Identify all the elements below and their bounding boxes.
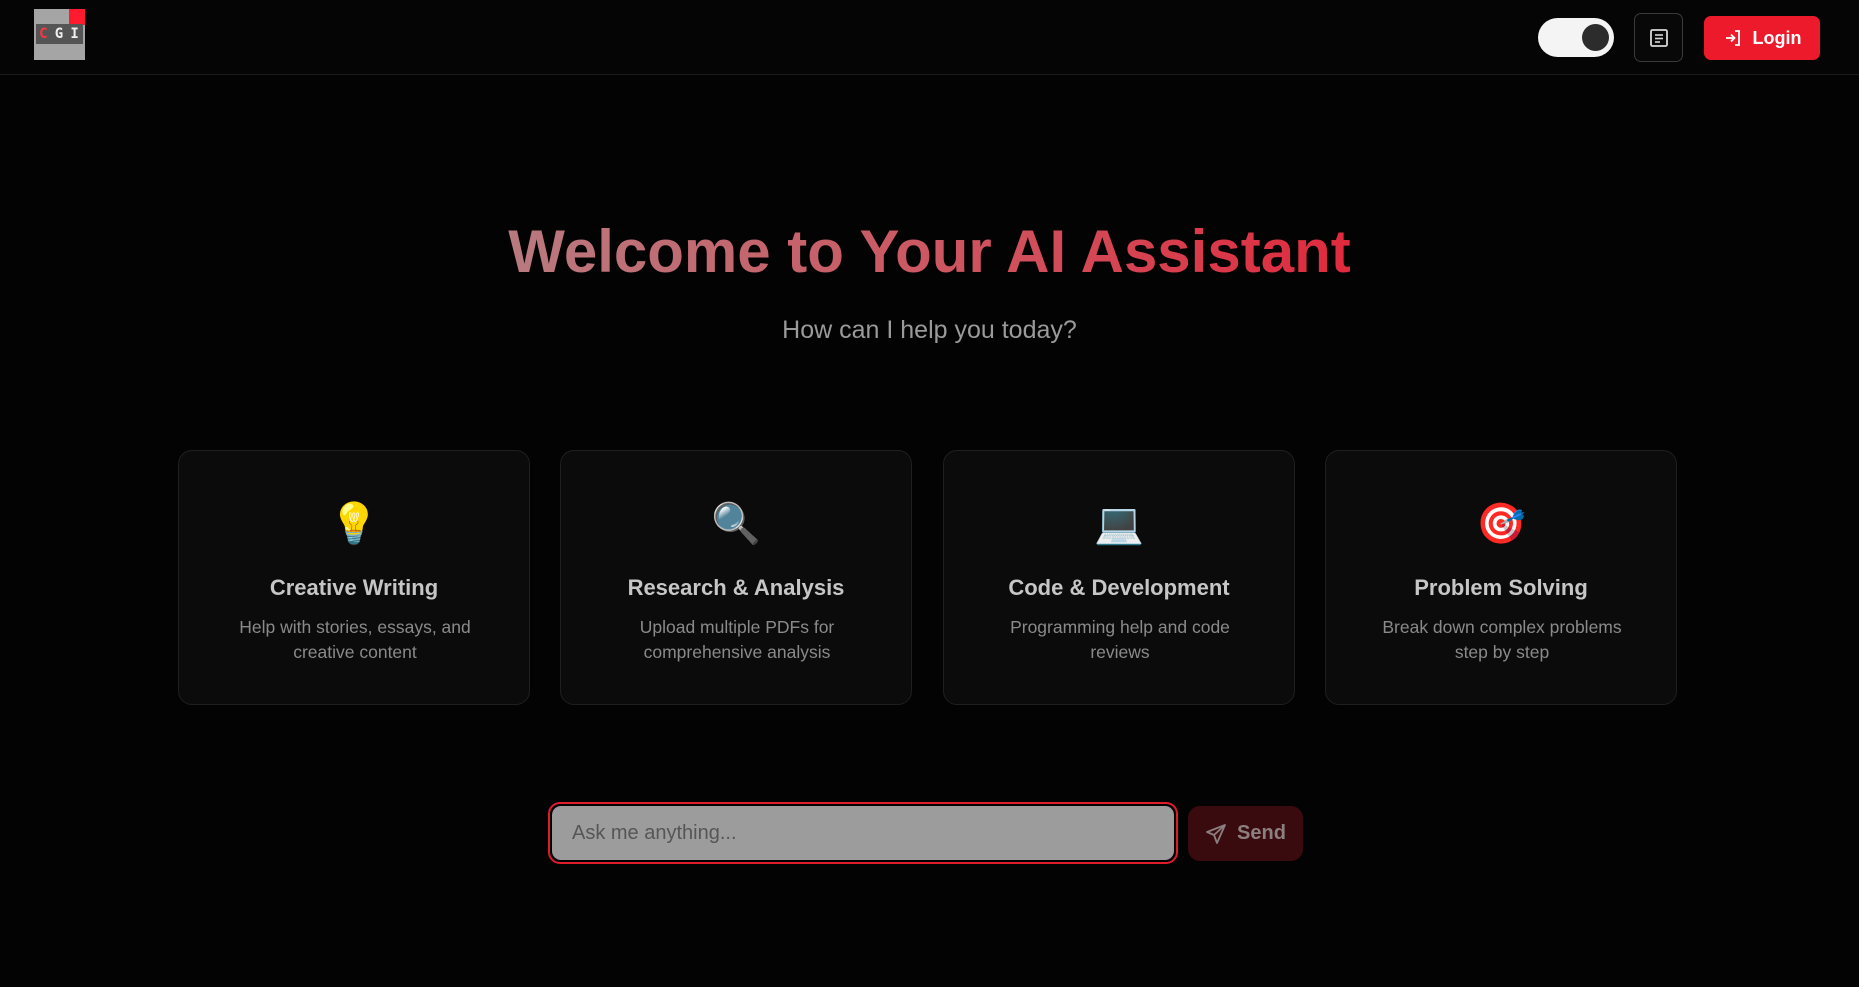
send-label: Send [1237, 822, 1286, 844]
card-description: Break down complex problems step by step [1382, 617, 1622, 662]
card-problem-solving[interactable]: 🎯 Problem Solving Break down complex pro… [1325, 450, 1677, 705]
logo-letter-i: I [70, 26, 80, 42]
lightbulb-icon: 💡 [329, 502, 379, 546]
toggle-knob [1582, 24, 1609, 51]
card-title: Code & Development [1008, 575, 1230, 600]
send-icon [1206, 823, 1226, 844]
document-button[interactable] [1634, 13, 1683, 62]
logo-red-corner [69, 9, 85, 25]
card-code-development[interactable]: 💻 Code & Development Programming help an… [943, 450, 1295, 705]
login-button[interactable]: Login [1704, 16, 1820, 60]
theme-toggle[interactable] [1538, 18, 1614, 57]
send-button[interactable]: Send [1188, 806, 1303, 861]
card-description: Upload multiple PDFs for comprehensive a… [639, 617, 835, 662]
card-title: Research & Analysis [627, 575, 845, 600]
chat-input[interactable] [552, 806, 1174, 860]
suggestion-cards: 💡 Creative Writing Help with stories, es… [178, 450, 1678, 705]
document-icon [1649, 28, 1668, 47]
login-label: Login [1752, 27, 1802, 48]
page-title: Welcome to Your AI Assistant [0, 212, 1859, 292]
laptop-icon: 💻 [1094, 502, 1144, 546]
page-title-text: Welcome to Your AI Assistant [508, 218, 1351, 285]
page-subtitle: How can I help you today? [782, 316, 1077, 344]
magnifier-icon: 🔍 [711, 502, 761, 546]
logo-letter-c: C [39, 26, 49, 42]
card-title: Creative Writing [269, 575, 439, 600]
login-icon [1725, 30, 1740, 46]
cgi-logo[interactable]: C G I [34, 9, 85, 60]
logo-letter-g: G [54, 26, 65, 42]
card-description: Programming help and code reviews [1010, 617, 1230, 662]
logo-letters: C G I [36, 24, 83, 44]
card-research-analysis[interactable]: 🔍 Research & Analysis Upload multiple PD… [560, 450, 912, 705]
card-creative-writing[interactable]: 💡 Creative Writing Help with stories, es… [178, 450, 530, 705]
chat-input-frame [548, 802, 1178, 864]
card-title: Problem Solving [1414, 575, 1588, 600]
target-icon: 🎯 [1476, 502, 1526, 546]
card-description: Help with stories, essays, and creative … [239, 617, 471, 662]
top-header: C G I Login [0, 0, 1859, 75]
